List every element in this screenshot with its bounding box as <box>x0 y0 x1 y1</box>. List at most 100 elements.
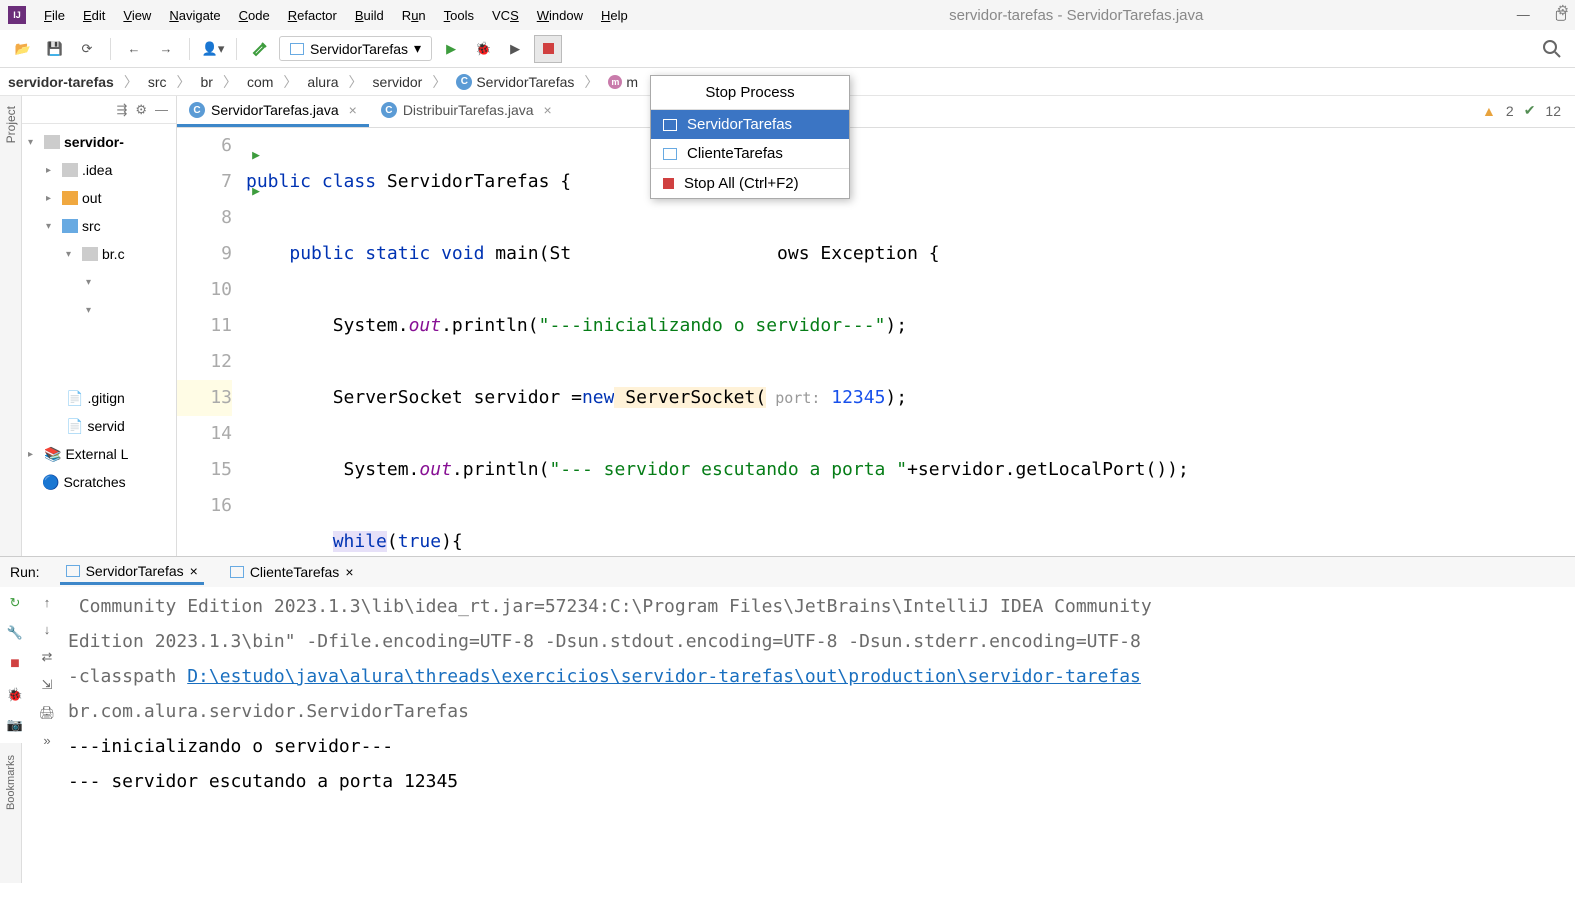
run-settings-icon[interactable]: ⚙ <box>1556 2 1569 19</box>
tree-gitignore[interactable]: .gitign <box>87 390 124 406</box>
collapse-icon[interactable]: — <box>155 102 168 117</box>
run-config-selector[interactable]: ServidorTarefas ▾ <box>279 36 432 61</box>
back-button[interactable]: ← <box>121 36 147 62</box>
more-button[interactable]: » <box>43 733 50 748</box>
rerun-button[interactable]: ↻ <box>10 595 21 611</box>
menu-tools[interactable]: Tools <box>436 5 482 26</box>
check-icon: ✔ <box>1524 102 1536 119</box>
forward-button[interactable]: → <box>153 36 179 62</box>
run-console-tools: ↑ ↓ ⇄ ⇲ 🖨 » <box>30 587 64 811</box>
project-panel-header: ⇶ ⚙ — <box>22 96 176 124</box>
project-settings-icon[interactable]: ⚙ <box>135 102 147 118</box>
stop-icon <box>543 43 554 54</box>
restart-button[interactable]: 🐞 <box>7 687 23 703</box>
stop-run-button[interactable]: ■ <box>10 655 20 673</box>
menu-edit[interactable]: Edit <box>75 5 113 26</box>
console-output[interactable]: Community Edition 2023.1.3\lib\idea_rt.j… <box>64 587 1575 811</box>
menu-vcs[interactable]: VCS <box>484 5 527 26</box>
class-icon: C <box>381 102 397 118</box>
inspections-widget[interactable]: ▲2 ✔12 <box>1482 102 1561 119</box>
wrap-button[interactable]: ⇄ <box>42 649 53 665</box>
run-tab-label: ServidorTarefas <box>86 563 184 579</box>
menu-refactor[interactable]: Refactor <box>280 5 345 26</box>
up-button[interactable]: ↑ <box>44 595 51 610</box>
run-label: Run: <box>10 564 40 580</box>
tree-root[interactable]: servidor- <box>64 134 124 150</box>
minimize-button[interactable]: — <box>1517 7 1530 23</box>
popup-item-label: ServidorTarefas <box>687 116 792 133</box>
crumb-com[interactable]: com <box>247 74 273 90</box>
project-tool-label[interactable]: Project <box>4 106 18 143</box>
hammer-build-button[interactable] <box>247 36 273 62</box>
menu-view[interactable]: View <box>115 5 159 26</box>
run-button[interactable]: ▶ <box>438 36 464 62</box>
print-button[interactable]: 🖨 <box>39 705 56 721</box>
menu-code[interactable]: Code <box>231 5 278 26</box>
tree-idea[interactable]: .idea <box>82 162 112 178</box>
crumb-alura[interactable]: alura <box>307 74 338 90</box>
tree-external[interactable]: External L <box>65 446 128 462</box>
warning-count: 2 <box>1506 103 1514 119</box>
close-icon[interactable]: × <box>345 564 353 580</box>
stop-button[interactable] <box>534 35 562 63</box>
tree-src[interactable]: src <box>82 218 101 234</box>
search-everywhere-button[interactable] <box>1539 36 1565 62</box>
run-config-name: ServidorTarefas <box>310 41 408 57</box>
run-tab-servidor[interactable]: ServidorTarefas × <box>60 560 204 585</box>
code-content[interactable]: public class ServidorTarefas { public st… <box>242 128 1575 556</box>
wrench-button[interactable]: 🔧 <box>7 625 23 641</box>
menu-navigate[interactable]: Navigate <box>161 5 228 26</box>
popup-stop-all[interactable]: Stop All (Ctrl+F2) <box>651 168 849 198</box>
stop-process-popup: Stop Process ServidorTarefas ClienteTare… <box>650 75 850 199</box>
crumb-servidor[interactable]: servidor <box>373 74 423 90</box>
scroll-button[interactable]: ⇲ <box>42 677 53 693</box>
select-opened-icon[interactable]: ⇶ <box>116 102 127 118</box>
coverage-button[interactable]: ▶ <box>502 36 528 62</box>
editor-gutter: 6▶ 7▶ 8 9 10 11 12 13 14 15 16 <box>177 128 242 556</box>
close-icon[interactable]: × <box>544 102 552 118</box>
classpath-link[interactable]: D:\estudo\java\alura\threads\exercicios\… <box>187 666 1141 687</box>
run-header: Run: ServidorTarefas× ClienteTarefas× ⚙ <box>0 557 1575 587</box>
popup-item-cliente[interactable]: ClienteTarefas <box>651 139 849 168</box>
editor-tab-active[interactable]: C ServidorTarefas.java × <box>177 96 369 127</box>
crumb-method[interactable]: m <box>626 74 638 90</box>
tab-label: ServidorTarefas.java <box>211 102 339 118</box>
class-icon: C <box>189 102 205 118</box>
save-button[interactable]: 💾 <box>42 36 68 62</box>
window-title: servidor-tarefas - ServidorTarefas.java <box>636 7 1517 24</box>
editor-body[interactable]: 6▶ 7▶ 8 9 10 11 12 13 14 15 16 public cl… <box>177 128 1575 556</box>
refresh-button[interactable]: ⟳ <box>74 36 100 62</box>
menu-window[interactable]: Window <box>529 5 591 26</box>
menu-file[interactable]: File <box>36 5 73 26</box>
chevron-down-icon: ▾ <box>414 40 421 57</box>
app-icon <box>663 148 677 160</box>
crumb-br[interactable]: br <box>201 74 213 90</box>
popup-item-servidor[interactable]: ServidorTarefas <box>651 110 849 139</box>
run-tab-cliente[interactable]: ClienteTarefas× <box>224 561 360 583</box>
camera-button[interactable]: 📷 <box>7 717 23 733</box>
debug-button[interactable]: 🐞 <box>470 36 496 62</box>
editor-tab[interactable]: CDistribuirTarefas.java× <box>369 96 564 127</box>
tree-br[interactable]: br.c <box>102 246 125 262</box>
stop-icon <box>663 178 674 189</box>
project-tree[interactable]: ▾servidor- ▸.idea ▸out ▾src ▾br.c ▾ ▾ 📄.… <box>22 124 176 556</box>
crumb-project[interactable]: servidor-tarefas <box>8 74 114 90</box>
menu-help[interactable]: Help <box>593 5 636 26</box>
close-icon[interactable]: × <box>190 563 198 579</box>
menu-build[interactable]: Build <box>347 5 392 26</box>
tree-iml[interactable]: servid <box>87 418 124 434</box>
open-button[interactable]: 📂 <box>10 36 36 62</box>
close-icon[interactable]: × <box>349 102 357 118</box>
app-icon <box>230 566 244 578</box>
tree-scratches[interactable]: Scratches <box>63 474 125 490</box>
user-button[interactable]: 👤▾ <box>200 36 226 62</box>
bookmarks-tool-label[interactable]: Bookmarks <box>5 755 17 810</box>
tree-out[interactable]: out <box>82 190 101 206</box>
app-config-icon <box>290 43 304 55</box>
crumb-class[interactable]: ServidorTarefas <box>476 74 574 90</box>
crumb-src[interactable]: src <box>148 74 167 90</box>
down-button[interactable]: ↓ <box>44 622 51 637</box>
popup-item-label: ClienteTarefas <box>687 145 783 162</box>
pass-count: 12 <box>1545 103 1561 119</box>
menu-run[interactable]: Run <box>394 5 434 26</box>
